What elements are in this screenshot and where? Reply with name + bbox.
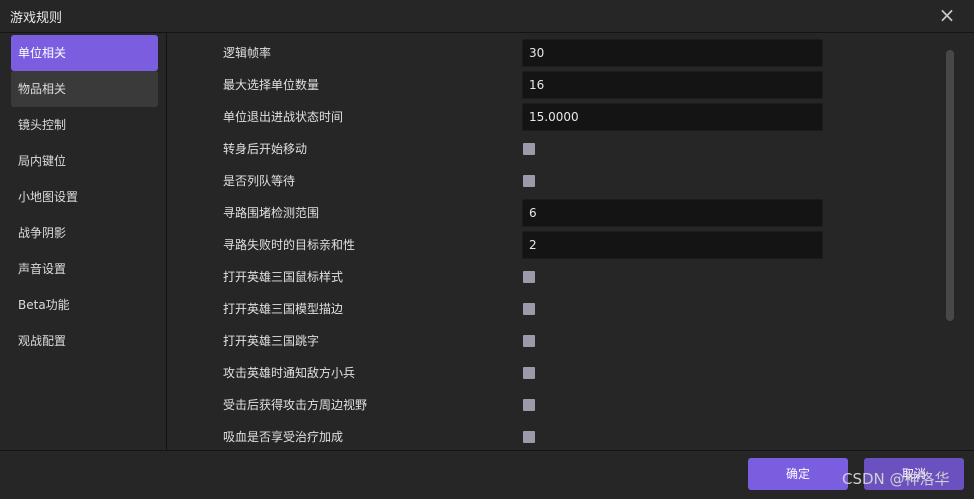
settings-row: 逻辑帧率 [167, 38, 947, 68]
setting-label: 最大选择单位数量 [223, 78, 320, 92]
close-icon[interactable]: × [936, 4, 958, 26]
settings-scrollbar[interactable] [946, 50, 954, 321]
confirm-button[interactable]: 确定 [748, 458, 848, 490]
setting-value-input[interactable] [522, 103, 823, 131]
title-bar: 游戏规则 × [0, 0, 974, 33]
sidebar-item[interactable]: Beta功能 [11, 287, 158, 323]
sidebar-item[interactable]: 局内键位 [11, 143, 158, 179]
settings-row: 最大选择单位数量 [167, 70, 947, 100]
setting-checkbox[interactable] [523, 431, 535, 443]
setting-value-input[interactable] [522, 231, 823, 259]
sidebar-item[interactable]: 单位相关 [11, 35, 158, 71]
settings-row: 打开英雄三国跳字 [167, 326, 947, 356]
setting-checkbox[interactable] [523, 175, 535, 187]
setting-checkbox[interactable] [523, 271, 535, 283]
settings-row: 转身后开始移动 [167, 134, 947, 164]
setting-label: 寻路围堵检测范围 [223, 206, 320, 220]
settings-panel: 逻辑帧率最大选择单位数量单位退出进战状态时间转身后开始移动是否列队等待寻路围堵检… [167, 33, 974, 450]
sidebar-item[interactable]: 观战配置 [11, 323, 158, 359]
setting-label: 攻击英雄时通知敌方小兵 [223, 366, 356, 380]
settings-row: 吸血是否享受治疗加成 [167, 422, 947, 450]
setting-checkbox[interactable] [523, 335, 535, 347]
setting-value-input[interactable] [522, 199, 823, 227]
settings-row: 寻路失败时的目标亲和性 [167, 230, 947, 260]
setting-checkbox[interactable] [523, 143, 535, 155]
setting-label: 逻辑帧率 [223, 46, 272, 60]
setting-label: 打开英雄三国跳字 [223, 334, 320, 348]
settings-row: 打开英雄三国模型描边 [167, 294, 947, 324]
setting-checkbox[interactable] [523, 303, 535, 315]
sidebar-item[interactable]: 战争阴影 [11, 215, 158, 251]
settings-row: 攻击英雄时通知敌方小兵 [167, 358, 947, 388]
setting-label: 打开英雄三国鼠标样式 [223, 270, 344, 284]
setting-value-input[interactable] [522, 39, 823, 67]
settings-row: 打开英雄三国鼠标样式 [167, 262, 947, 292]
sidebar-item[interactable]: 镜头控制 [11, 107, 158, 143]
sidebar-item[interactable]: 声音设置 [11, 251, 158, 287]
watermark: CSDN @神洛华 [842, 470, 950, 488]
setting-checkbox[interactable] [523, 399, 535, 411]
setting-label: 吸血是否享受治疗加成 [223, 430, 344, 444]
settings-row: 受击后获得攻击方周边视野 [167, 390, 947, 420]
setting-label: 单位退出进战状态时间 [223, 110, 344, 124]
setting-label: 受击后获得攻击方周边视野 [223, 398, 368, 412]
setting-label: 寻路失败时的目标亲和性 [223, 238, 356, 252]
setting-label: 转身后开始移动 [223, 142, 308, 156]
sidebar-item[interactable]: 小地图设置 [11, 179, 158, 215]
setting-label: 是否列队等待 [223, 174, 296, 188]
settings-row: 单位退出进战状态时间 [167, 102, 947, 132]
window-title: 游戏规则 [10, 11, 63, 26]
setting-label: 打开英雄三国模型描边 [223, 302, 344, 316]
sidebar-item[interactable]: 物品相关 [11, 71, 158, 107]
settings-row: 是否列队等待 [167, 166, 947, 196]
setting-value-input[interactable] [522, 71, 823, 99]
setting-checkbox[interactable] [523, 367, 535, 379]
settings-row: 寻路围堵检测范围 [167, 198, 947, 228]
category-sidebar: 单位相关 物品相关 镜头控制 局内键位 小地图设置 战争阴影 声音设置 Beta功能 观战配置 [0, 33, 167, 450]
